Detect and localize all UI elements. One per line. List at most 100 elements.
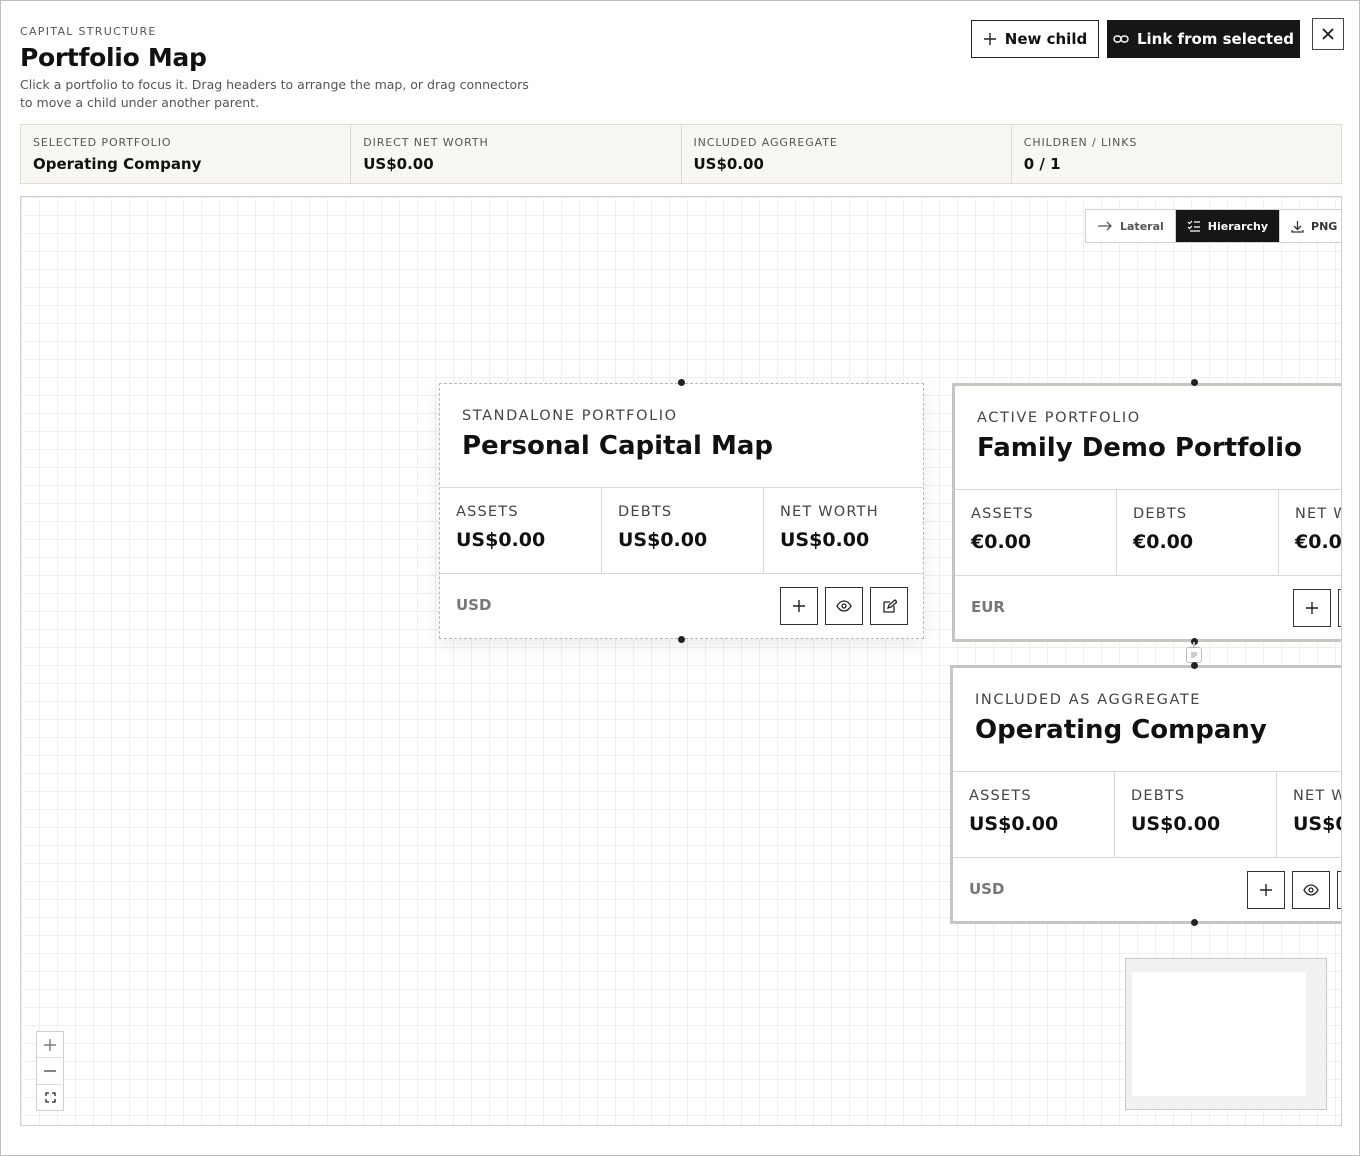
stat-direct-net-worth: DIRECT NET WORTH US$0.00 xyxy=(351,125,682,183)
stat-value: US$0.00 xyxy=(363,155,434,173)
metric-value: US$0.00 xyxy=(969,813,1059,835)
lateral-view-button[interactable]: Lateral xyxy=(1086,210,1175,242)
edit-icon xyxy=(882,598,897,613)
connector-handle[interactable] xyxy=(1191,379,1198,386)
connector-link-icon[interactable] xyxy=(1186,647,1202,663)
metric-value: US$0.00 xyxy=(780,529,870,551)
card-kind: ACTIVE PORTFOLIO xyxy=(977,410,1141,426)
metric-value: €0.00 xyxy=(971,531,1032,553)
metric-value: US$0.00 xyxy=(618,529,708,551)
metric-assets: ASSETS €0.00 xyxy=(955,490,1117,575)
link-from-selected-button[interactable]: Link from selected xyxy=(1107,20,1300,58)
eye-icon xyxy=(836,600,852,612)
stat-children-links: CHILDREN / LINKS 0 / 1 xyxy=(1012,125,1341,183)
new-child-button[interactable]: New child xyxy=(971,20,1099,58)
stat-value: Operating Company xyxy=(33,155,202,173)
hierarchy-view-button[interactable]: Hierarchy xyxy=(1174,210,1280,242)
metric-value: €0.00 xyxy=(1295,531,1342,553)
add-child-button[interactable] xyxy=(780,587,818,625)
metric-label: ASSETS xyxy=(969,788,1032,804)
card-footer: USD xyxy=(953,858,1341,922)
card-header[interactable]: INCLUDED AS AGGREGATE Operating Company xyxy=(953,668,1341,772)
edit-portfolio-button[interactable] xyxy=(870,587,908,625)
add-child-button[interactable] xyxy=(1293,589,1331,627)
currency-code: USD xyxy=(456,596,492,614)
metric-debts: DEBTS €0.00 xyxy=(1117,490,1279,575)
card-actions xyxy=(1247,871,1341,909)
view-portfolio-button[interactable] xyxy=(1338,589,1341,627)
png-export-button[interactable]: PNG xyxy=(1279,210,1341,242)
metric-net-worth: NET WORTH US$0.00 xyxy=(764,488,926,573)
page-title: Portfolio Map xyxy=(20,43,207,72)
metric-value: US$0.00 xyxy=(456,529,546,551)
card-metrics: ASSETS US$0.00 DEBTS US$0.00 NET WORTH U… xyxy=(440,488,923,574)
metric-label: ASSETS xyxy=(971,506,1034,522)
currency-code: USD xyxy=(969,880,1005,898)
card-actions xyxy=(1293,589,1341,627)
card-footer: USD xyxy=(440,574,923,638)
portfolio-card-personal-capital-map[interactable]: STANDALONE PORTFOLIO Personal Capital Ma… xyxy=(439,383,924,639)
stat-value: US$0.00 xyxy=(693,155,764,173)
metric-net-worth: NET W €0.00 xyxy=(1279,490,1342,575)
portfolio-card-family-demo[interactable]: ACTIVE PORTFOLIO Family Demo Portfolio A… xyxy=(952,383,1342,642)
stat-included-aggregate: INCLUDED AGGREGATE US$0.00 xyxy=(682,125,1012,183)
card-kind: STANDALONE PORTFOLIO xyxy=(462,408,678,424)
stat-label: DIRECT NET WORTH xyxy=(363,136,489,149)
eye-icon xyxy=(1303,884,1319,896)
card-footer: EUR xyxy=(955,576,1341,640)
view-portfolio-button[interactable] xyxy=(1292,871,1330,909)
zoom-in-button[interactable] xyxy=(37,1032,63,1059)
card-header[interactable]: STANDALONE PORTFOLIO Personal Capital Ma… xyxy=(440,384,923,488)
plus-icon xyxy=(44,1038,56,1051)
stat-value: 0 / 1 xyxy=(1023,155,1061,173)
metric-value: €0.00 xyxy=(1133,531,1194,553)
plus-icon xyxy=(983,33,996,45)
close-icon xyxy=(1322,28,1334,40)
portfolio-map-dialog: CAPITAL STRUCTURE Portfolio Map Click a … xyxy=(0,0,1360,1156)
stat-label: CHILDREN / LINKS xyxy=(1023,136,1138,149)
stat-label: INCLUDED AGGREGATE xyxy=(693,136,838,149)
metric-value: US$0 xyxy=(1293,813,1341,835)
portfolio-card-operating-company[interactable]: INCLUDED AS AGGREGATE Operating Company … xyxy=(950,665,1342,924)
link-from-selected-label: Link from selected xyxy=(1136,30,1295,48)
card-name: Personal Capital Map xyxy=(462,431,773,461)
add-child-button[interactable] xyxy=(1247,871,1285,909)
metric-label: NET W xyxy=(1295,506,1341,522)
metric-assets: ASSETS US$0.00 xyxy=(953,772,1115,857)
card-metrics: ASSETS €0.00 DEBTS €0.00 NET W €0.00 xyxy=(955,490,1342,576)
card-metrics: ASSETS US$0.00 DEBTS US$0.00 NET W US$0 xyxy=(953,772,1342,858)
card-name: Family Demo Portfolio xyxy=(977,433,1302,463)
arrow-right-icon xyxy=(1098,221,1112,231)
close-button[interactable] xyxy=(1312,18,1344,50)
card-kind: INCLUDED AS AGGREGATE xyxy=(975,692,1202,708)
metric-label: NET W xyxy=(1293,788,1342,804)
stat-selected-portfolio: SELECTED PORTFOLIO Operating Company xyxy=(21,125,352,183)
minimap[interactable] xyxy=(1125,958,1327,1110)
metric-label: ASSETS xyxy=(456,504,519,520)
card-actions xyxy=(780,587,908,625)
map-canvas[interactable]: Lateral Hierarchy PNG STANDALONE PORTFOL… xyxy=(20,196,1342,1126)
view-portfolio-button[interactable] xyxy=(825,587,863,625)
connector-handle[interactable] xyxy=(678,636,685,643)
plus-icon xyxy=(1306,602,1318,614)
minimap-viewport[interactable] xyxy=(1132,972,1306,1096)
link-icon xyxy=(1113,35,1129,43)
new-child-label: New child xyxy=(1004,30,1088,48)
connector-handle[interactable] xyxy=(678,379,685,386)
fit-view-button[interactable] xyxy=(37,1085,63,1110)
plus-icon xyxy=(793,600,805,612)
currency-code: EUR xyxy=(971,598,1005,616)
metric-net-worth: NET W US$0 xyxy=(1277,772,1342,857)
metric-label: DEBTS xyxy=(618,504,673,520)
edit-portfolio-button[interactable] xyxy=(1337,871,1341,909)
metric-debts: DEBTS US$0.00 xyxy=(1115,772,1277,857)
metric-label: NET WORTH xyxy=(780,504,879,520)
zoom-out-button[interactable] xyxy=(37,1058,63,1085)
connector-handle[interactable] xyxy=(1191,919,1198,926)
card-header[interactable]: ACTIVE PORTFOLIO Family Demo Portfolio xyxy=(955,386,1341,490)
metric-label: DEBTS xyxy=(1133,506,1188,522)
minus-icon xyxy=(44,1070,56,1072)
connector-handle[interactable] xyxy=(1191,662,1198,669)
eyebrow: CAPITAL STRUCTURE xyxy=(20,25,157,38)
metric-debts: DEBTS US$0.00 xyxy=(602,488,764,573)
